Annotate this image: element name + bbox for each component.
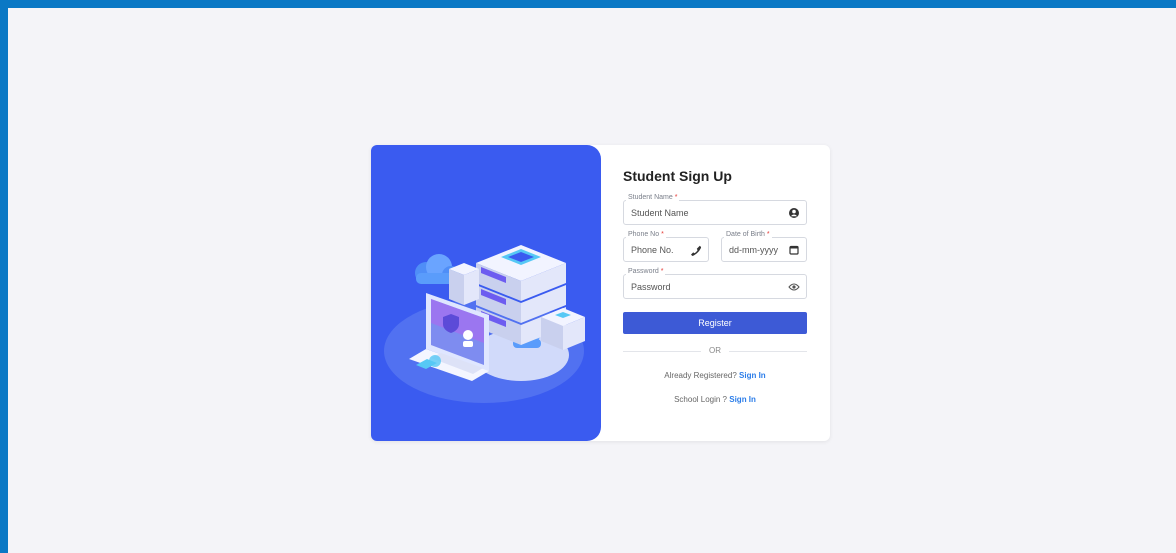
signup-card: Student Sign Up Student Name * Student N… (371, 145, 830, 441)
already-registered-text: Already Registered? (664, 371, 737, 380)
form-title: Student Sign Up (623, 168, 732, 184)
phone-field[interactable]: Phone No * Phone No. (623, 231, 709, 262)
date-of-birth-input[interactable]: dd-mm-yyyy (729, 245, 778, 255)
register-button[interactable]: Register (623, 312, 807, 334)
required-mark: * (766, 231, 770, 238)
phone-icon (691, 245, 702, 256)
student-name-label: Student Name * (626, 194, 680, 201)
password-input[interactable]: Password (631, 282, 671, 292)
already-registered-row: Already Registered? Sign In (623, 371, 807, 380)
required-mark: * (661, 231, 664, 238)
phone-label: Phone No * (626, 231, 666, 238)
date-of-birth-field[interactable]: Date of Birth * dd-mm-yyyy (721, 231, 807, 262)
student-name-input[interactable]: Student Name (631, 208, 689, 218)
date-of-birth-label-text: Date of Birth (726, 231, 765, 238)
calendar-icon[interactable] (788, 244, 800, 256)
school-sign-in-link[interactable]: Sign In (729, 395, 756, 404)
phone-input[interactable]: Phone No. (631, 245, 674, 255)
user-circle-icon (789, 208, 799, 218)
page-background: Student Sign Up Student Name * Student N… (8, 8, 1176, 553)
school-login-row: School Login ? Sign In (623, 395, 807, 404)
sign-in-link[interactable]: Sign In (739, 371, 766, 380)
password-label: Password * (626, 268, 666, 275)
date-of-birth-label: Date of Birth * (724, 231, 772, 238)
signup-form: Student Sign Up Student Name * Student N… (623, 145, 809, 441)
server-small (449, 263, 479, 305)
illustration-panel (371, 145, 601, 441)
password-field[interactable]: Password * Password (623, 268, 807, 299)
or-divider: OR (623, 346, 807, 356)
student-name-field[interactable]: Student Name * Student Name (623, 194, 807, 225)
server-cloud-illustration (384, 245, 585, 403)
phone-label-text: Phone No (628, 231, 660, 238)
student-name-label-text: Student Name (628, 194, 673, 201)
school-login-text: School Login ? (674, 395, 728, 404)
required-mark: * (660, 268, 664, 275)
required-mark: * (674, 194, 678, 201)
eye-icon[interactable] (788, 281, 800, 293)
divider-line (729, 351, 807, 352)
password-label-text: Password (628, 268, 659, 275)
